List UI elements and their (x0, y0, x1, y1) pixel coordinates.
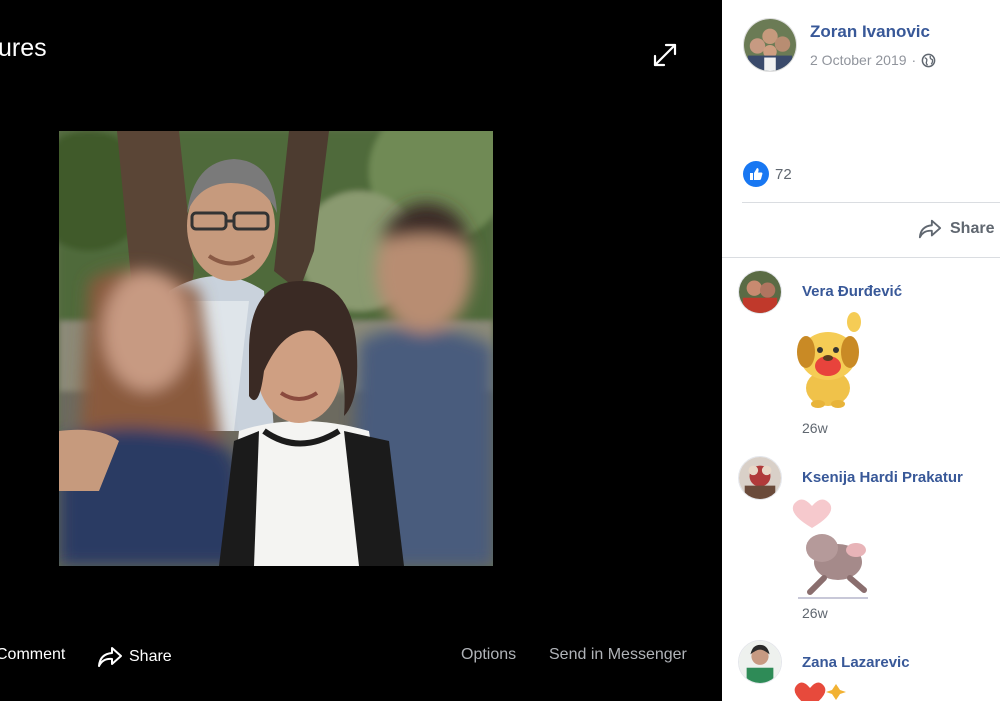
panel-share-button[interactable]: Share (918, 218, 994, 240)
divider (742, 202, 1000, 203)
commenter-avatar[interactable] (738, 270, 782, 314)
share-label: Share (129, 648, 172, 665)
divider (722, 257, 1000, 258)
hearts-sticker (794, 682, 846, 701)
post-side-panel: Zoran Ivanovic 2 October 2019 · 72 Share… (722, 0, 1000, 701)
commenter-name-link[interactable]: Vera Đurđević (802, 283, 902, 300)
commenter-avatar[interactable] (738, 456, 782, 500)
post-meta: 2 October 2019 · (810, 52, 936, 68)
send-in-messenger-button[interactable]: Send in Messenger (549, 646, 687, 664)
viewer-title: ures (0, 34, 47, 62)
dog-waving-sticker (797, 312, 861, 408)
post-date[interactable]: 2 October 2019 (810, 52, 907, 68)
share-arrow-icon (918, 219, 942, 239)
meta-separator: · (911, 52, 917, 68)
photo-viewer: ures Comment Share Options Send in Messe… (0, 0, 722, 701)
post-photo[interactable] (59, 131, 493, 566)
reaction-summary[interactable]: 72 (743, 161, 792, 187)
commenter-name-link[interactable]: Zana Lazarevic (802, 654, 910, 671)
panel-share-label: Share (950, 220, 995, 237)
options-button[interactable]: Options (461, 646, 516, 664)
expand-icon[interactable] (650, 40, 680, 70)
author-name-link[interactable]: Zoran Ivanovic (810, 22, 930, 42)
commenter-avatar[interactable] (738, 640, 782, 684)
dog-heart-sticker (792, 499, 868, 599)
like-count: 72 (775, 165, 792, 183)
comment-timestamp[interactable]: 26w (802, 605, 828, 621)
globe-icon[interactable] (921, 53, 936, 68)
comment-timestamp[interactable]: 26w (802, 420, 828, 436)
viewer-action-bar: Comment Share Options Send in Messenger (0, 636, 722, 680)
share-arrow-icon (98, 647, 122, 667)
thumbs-up-icon (743, 161, 769, 187)
share-button[interactable]: Share (97, 646, 172, 668)
author-avatar[interactable] (743, 18, 797, 72)
comment-button[interactable]: Comment (0, 646, 65, 664)
commenter-name-link[interactable]: Ksenija Hardi Prakatur (802, 469, 963, 486)
